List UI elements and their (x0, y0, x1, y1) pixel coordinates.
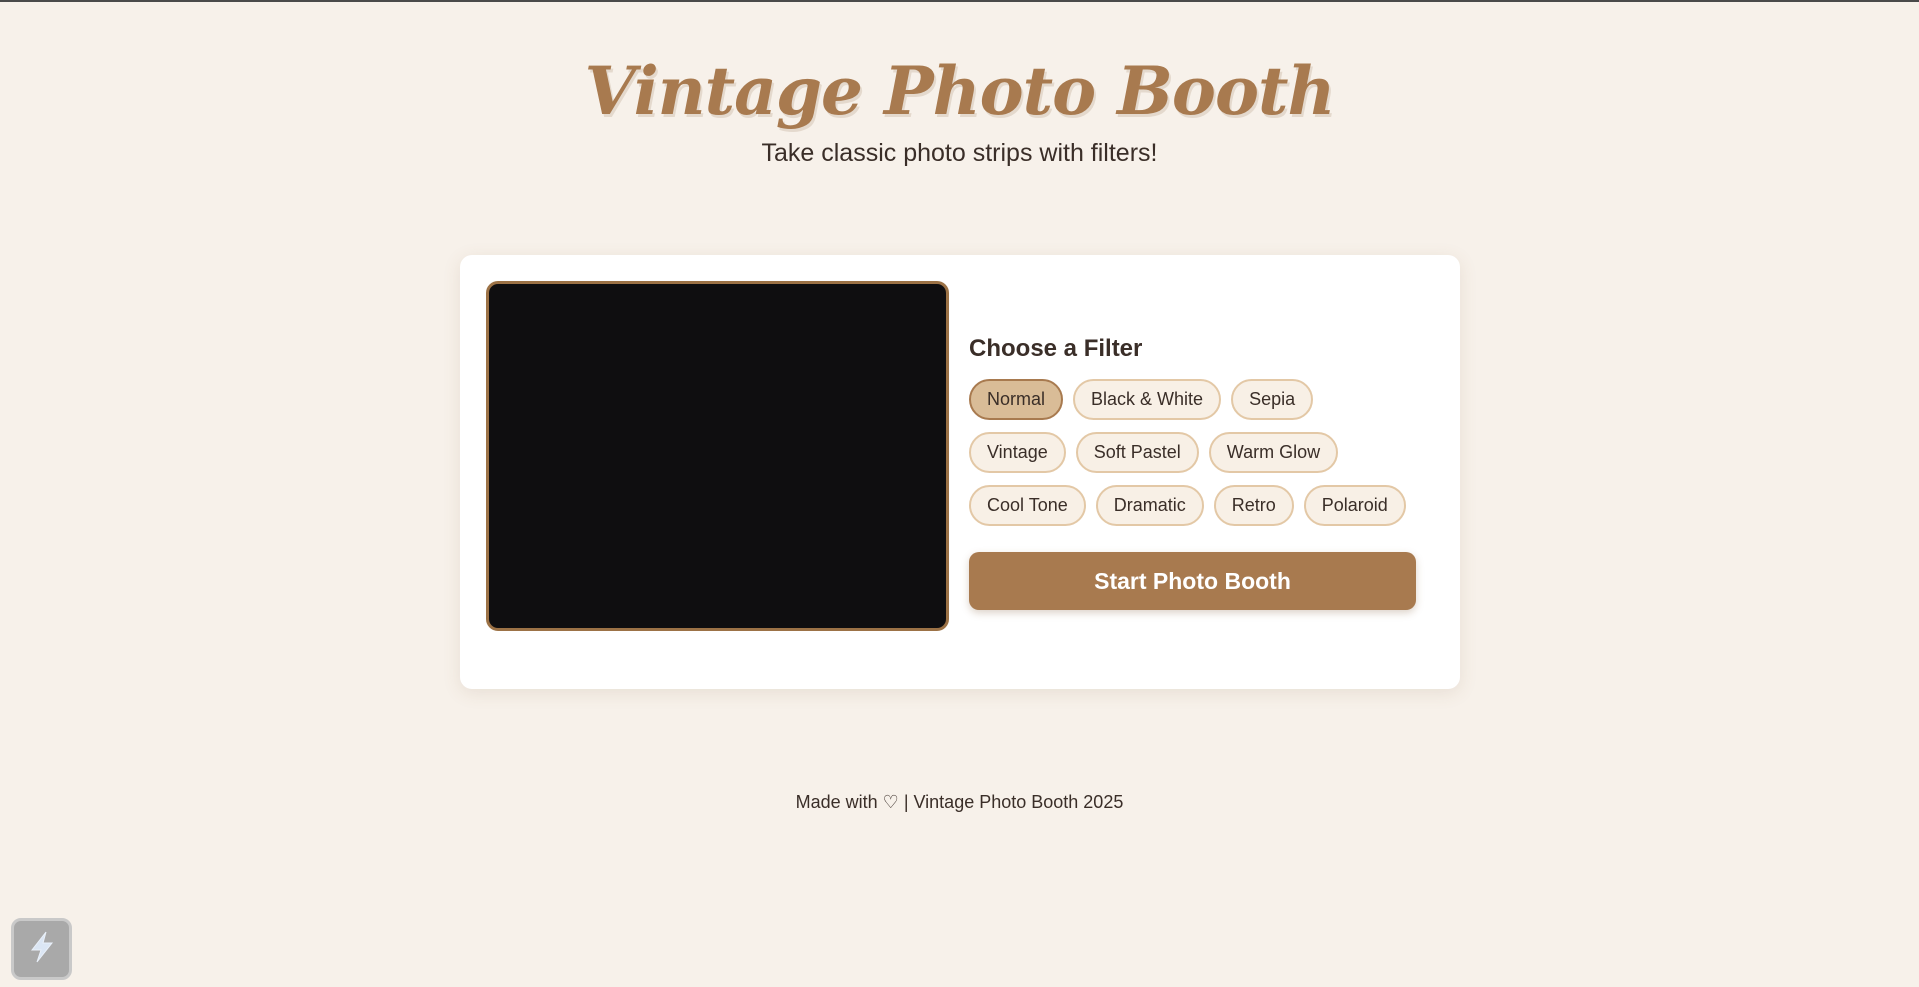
floating-widget-button[interactable] (11, 918, 72, 980)
filter-row: Normal Black & White Sepia (969, 379, 1417, 420)
filter-warm-glow-button[interactable]: Warm Glow (1208, 432, 1339, 473)
filter-vintage-button[interactable]: Vintage (969, 432, 1066, 473)
camera-preview (486, 281, 949, 631)
filter-soft-pastel-button[interactable]: Soft Pastel (1075, 432, 1199, 473)
filter-heading: Choose a Filter (969, 335, 1143, 362)
photo-booth-card: Choose a Filter Normal Black & White Sep… (460, 255, 1460, 689)
top-border (0, 0, 1919, 2)
filter-normal-button[interactable]: Normal (969, 379, 1064, 420)
filter-sepia-button[interactable]: Sepia (1231, 379, 1314, 420)
page-header: Vintage Photo Booth Take classic photo s… (0, 52, 1919, 168)
page-footer: Made with ♡ | Vintage Photo Booth 2025 (795, 792, 1124, 812)
filter-polaroid-button[interactable]: Polaroid (1303, 485, 1406, 526)
filter-row: Cool Tone Dramatic Retro Polaroid (969, 485, 1417, 526)
filter-dramatic-button[interactable]: Dramatic (1095, 485, 1204, 526)
page-title: Vintage Photo Booth (584, 52, 1336, 130)
lightning-icon (26, 930, 58, 968)
filter-cool-tone-button[interactable]: Cool Tone (969, 485, 1086, 526)
page-subtitle: Take classic photo strips with filters! (761, 139, 1158, 168)
filter-controls: Choose a Filter Normal Black & White Sep… (969, 335, 1417, 610)
filter-black-white-button[interactable]: Black & White (1073, 379, 1222, 420)
filter-retro-button[interactable]: Retro (1213, 485, 1294, 526)
start-photo-booth-button[interactable]: Start Photo Booth (969, 552, 1416, 610)
filter-row: Vintage Soft Pastel Warm Glow (969, 432, 1417, 473)
